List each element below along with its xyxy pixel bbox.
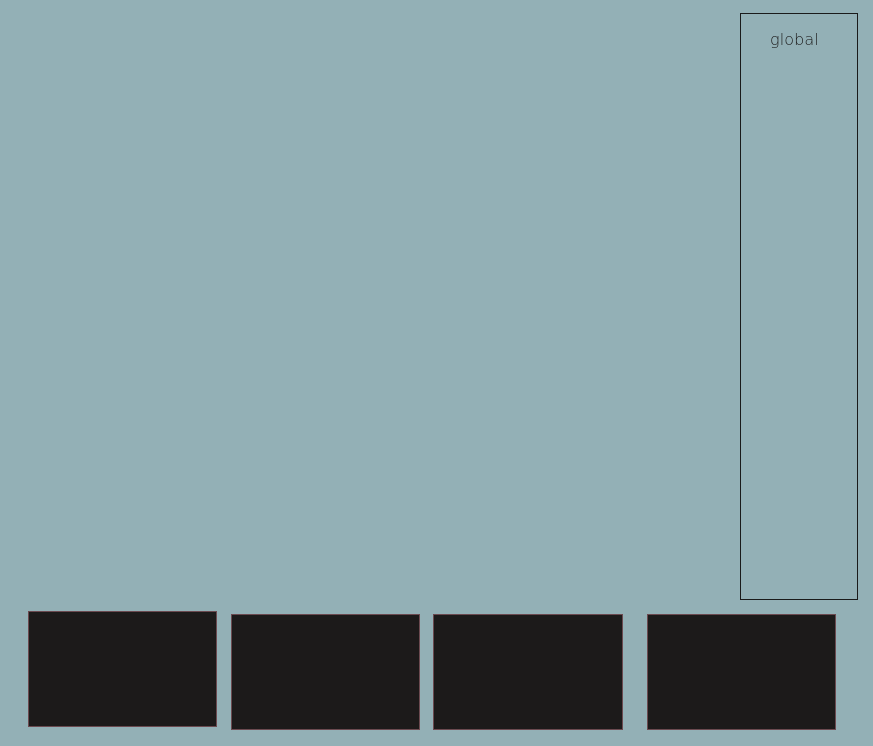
- thumbnail-tile-2[interactable]: [231, 614, 420, 730]
- global-panel-label: global: [770, 30, 819, 49]
- global-panel[interactable]: global: [740, 13, 858, 600]
- thumbnail-tile-4[interactable]: [647, 614, 836, 730]
- thumbnail-tile-1[interactable]: [28, 611, 217, 727]
- thumbnail-tile-3[interactable]: [433, 614, 623, 730]
- workspace-canvas: global: [0, 0, 873, 746]
